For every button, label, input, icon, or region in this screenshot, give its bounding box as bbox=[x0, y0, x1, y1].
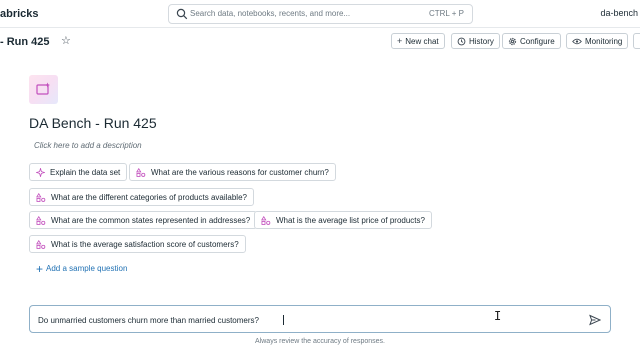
sample-question-chip[interactable]: What are the common states represented i… bbox=[29, 211, 258, 229]
search-icon bbox=[176, 8, 188, 20]
send-icon[interactable] bbox=[589, 314, 601, 326]
plus-icon: + bbox=[397, 36, 403, 46]
sample-question-text: What is the average satisfaction score o… bbox=[51, 239, 239, 249]
space-title: DA Bench - Run 425 bbox=[29, 115, 157, 131]
sparkle-icon bbox=[36, 167, 45, 177]
history-label: History bbox=[469, 36, 494, 46]
shapes-icon bbox=[36, 192, 46, 202]
text-caret bbox=[283, 315, 284, 325]
eye-icon bbox=[572, 38, 582, 44]
chat-input[interactable]: Do unmarried customers churn more than m… bbox=[29, 305, 611, 333]
top-bar: abricks Search data, notebooks, recents,… bbox=[0, 0, 640, 28]
sample-question-text: What are the various reasons for custome… bbox=[151, 167, 329, 177]
sample-question-text: What is the average list price of produc… bbox=[276, 215, 425, 225]
i-beam-cursor-icon: I bbox=[494, 309, 502, 323]
new-chat-button[interactable]: + New chat bbox=[391, 33, 445, 49]
brand-logo-text[interactable]: abricks bbox=[0, 8, 39, 20]
sample-question-chip[interactable]: What are the different categories of pro… bbox=[29, 188, 254, 206]
overflow-button[interactable] bbox=[633, 33, 640, 49]
genie-space-icon bbox=[29, 75, 58, 104]
shapes-icon bbox=[36, 239, 46, 249]
add-sample-question-link[interactable]: + Add a sample question bbox=[36, 261, 128, 276]
monitoring-label: Monitoring bbox=[585, 36, 623, 46]
sample-question-text: What are the different categories of pro… bbox=[51, 192, 247, 202]
global-search[interactable]: Search data, notebooks, recents, and mor… bbox=[168, 4, 473, 24]
history-button[interactable]: History bbox=[451, 33, 500, 49]
accuracy-disclaimer: Always review the accuracy of responses. bbox=[255, 338, 385, 345]
page-title: - Run 425 bbox=[0, 36, 50, 48]
sample-question-chip[interactable]: Explain the data set bbox=[29, 163, 128, 181]
search-placeholder: Search data, notebooks, recents, and mor… bbox=[190, 9, 351, 18]
sample-question-text: Explain the data set bbox=[50, 167, 121, 177]
plus-icon: + bbox=[36, 261, 44, 276]
description-placeholder[interactable]: Click here to add a description bbox=[34, 141, 142, 150]
shapes-icon bbox=[261, 215, 271, 225]
favorite-star-icon[interactable]: ☆ bbox=[61, 34, 71, 47]
shapes-icon bbox=[136, 167, 146, 177]
monitoring-button[interactable]: Monitoring bbox=[566, 33, 629, 49]
shapes-icon bbox=[36, 215, 46, 225]
chat-input-text: Do unmarried customers churn more than m… bbox=[38, 316, 259, 325]
search-shortcut: CTRL + P bbox=[428, 9, 464, 18]
sample-question-chip[interactable]: What are the various reasons for custome… bbox=[129, 163, 336, 181]
configure-label: Configure bbox=[520, 36, 555, 46]
new-chat-label: New chat bbox=[405, 36, 439, 46]
sample-question-text: What are the common states represented i… bbox=[51, 215, 251, 225]
gear-icon bbox=[508, 37, 517, 45]
user-menu[interactable]: da-bench bbox=[600, 8, 638, 18]
sample-question-chip[interactable]: What is the average list price of produc… bbox=[254, 211, 432, 229]
sample-question-chip[interactable]: What is the average satisfaction score o… bbox=[29, 235, 246, 253]
configure-button[interactable]: Configure bbox=[502, 33, 561, 49]
add-sample-question-label: Add a sample question bbox=[46, 264, 128, 273]
history-icon bbox=[457, 37, 466, 45]
